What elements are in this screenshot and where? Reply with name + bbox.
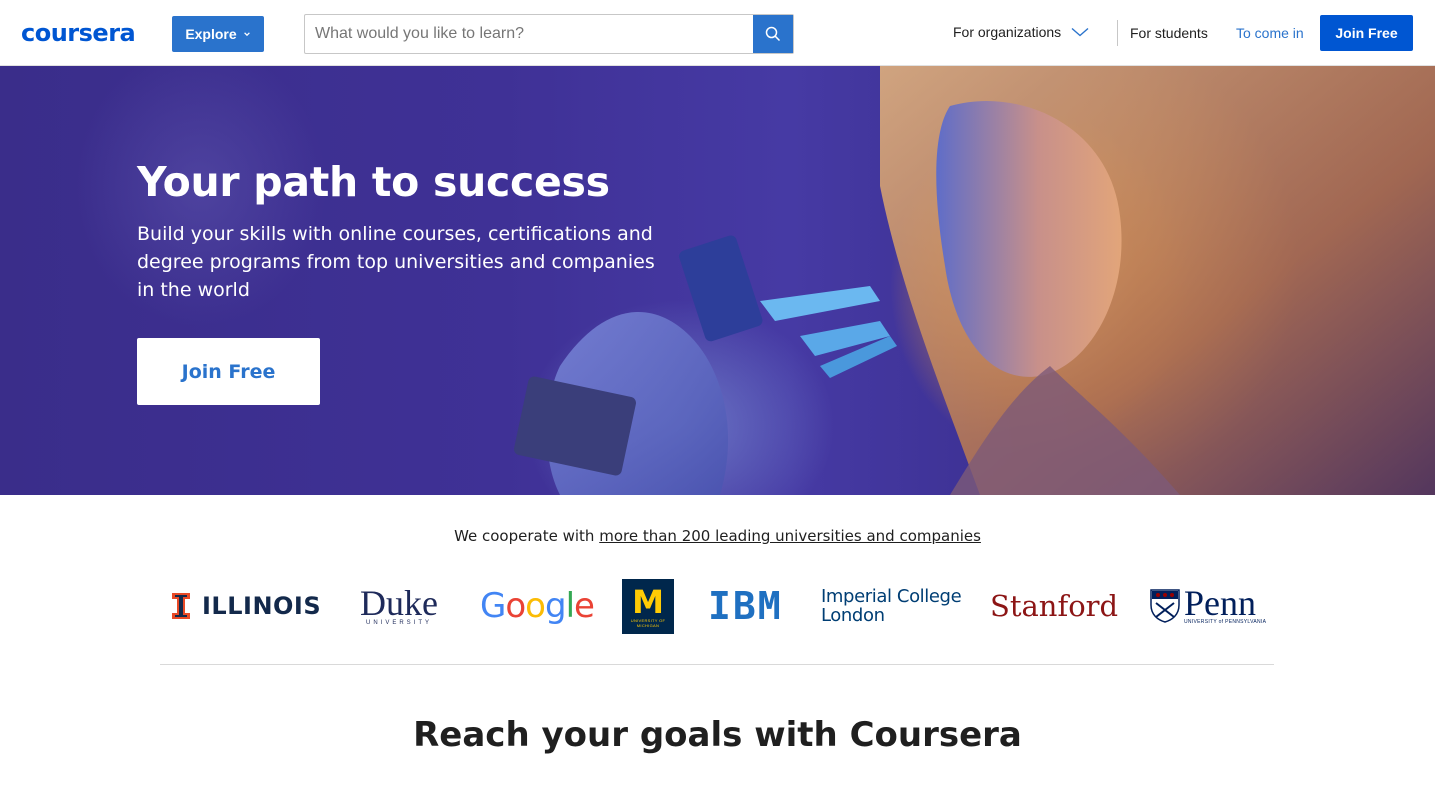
hero-banner: Your path to success Build your skills w… (0, 66, 1435, 495)
imperial-line-1: Imperial College (821, 586, 962, 607)
partners-link[interactable]: more than 200 leading universities and c… (599, 527, 981, 545)
search-icon (765, 26, 781, 42)
imperial-logo[interactable]: Imperial College London (821, 575, 962, 637)
explore-button[interactable]: Explore (172, 16, 264, 52)
top-navigation: coursera Explore For organizations For s… (0, 0, 1435, 66)
for-organizations-label: For organizations (953, 24, 1062, 40)
search-input[interactable] (305, 15, 753, 53)
michigan-block-m: M (632, 582, 664, 621)
imperial-line-2: London (821, 605, 885, 626)
penn-shield-icon (1150, 589, 1180, 623)
duke-wordmark: Duke (360, 583, 438, 623)
search-bar (304, 14, 794, 54)
login-link[interactable]: To come in (1236, 25, 1304, 41)
google-wordmark: Google (480, 586, 595, 626)
for-students-link[interactable]: For students (1130, 25, 1208, 41)
partner-logos: ILLINOIS Duke UNIVERSITY Google M UNIVER… (160, 575, 1274, 637)
join-free-button[interactable]: Join Free (1320, 15, 1413, 51)
nav-divider (1117, 20, 1118, 46)
penn-logo[interactable]: Penn UNIVERSITY of PENNSYLVANIA (1150, 575, 1266, 637)
illinois-wordmark: ILLINOIS (202, 592, 322, 620)
penn-wordmark-group: Penn UNIVERSITY of PENNSYLVANIA (1184, 583, 1267, 625)
hero-title: Your path to success (137, 158, 610, 206)
illinois-block-i-icon (172, 593, 190, 619)
coursera-logo[interactable]: coursera (21, 18, 136, 48)
ibm-wordmark: IBM (708, 584, 783, 628)
for-organizations-menu[interactable]: For organizations (953, 24, 1089, 40)
duke-subtitle: UNIVERSITY (365, 620, 432, 626)
michigan-logo[interactable]: M UNIVERSITY OF MICHIGAN (622, 579, 674, 634)
penn-wordmark: Penn (1184, 583, 1256, 623)
stanford-logo[interactable]: Stanford (990, 575, 1118, 637)
google-logo[interactable]: Google (480, 575, 595, 637)
goals-heading: Reach your goals with Coursera (413, 715, 1022, 755)
duke-logo[interactable]: Duke UNIVERSITY (360, 575, 438, 637)
partners-intro-text: We cooperate with (454, 527, 595, 545)
partners-intro: We cooperate with more than 200 leading … (0, 527, 1435, 545)
ibm-logo[interactable]: IBM (708, 575, 783, 637)
chevron-down-icon (1071, 27, 1089, 37)
michigan-subtitle: UNIVERSITY OF MICHIGAN (630, 617, 666, 628)
section-divider (160, 664, 1274, 665)
stanford-wordmark: Stanford (990, 589, 1119, 623)
illinois-logo[interactable]: ILLINOIS (172, 575, 321, 637)
chevron-down-icon (243, 32, 250, 37)
hero-subtitle: Build your skills with online courses, c… (137, 223, 655, 301)
explore-label: Explore (185, 26, 237, 42)
hero-join-free-button[interactable]: Join Free (137, 338, 320, 405)
penn-subtitle: UNIVERSITY of PENNSYLVANIA (1184, 619, 1267, 625)
search-button[interactable] (753, 15, 793, 53)
